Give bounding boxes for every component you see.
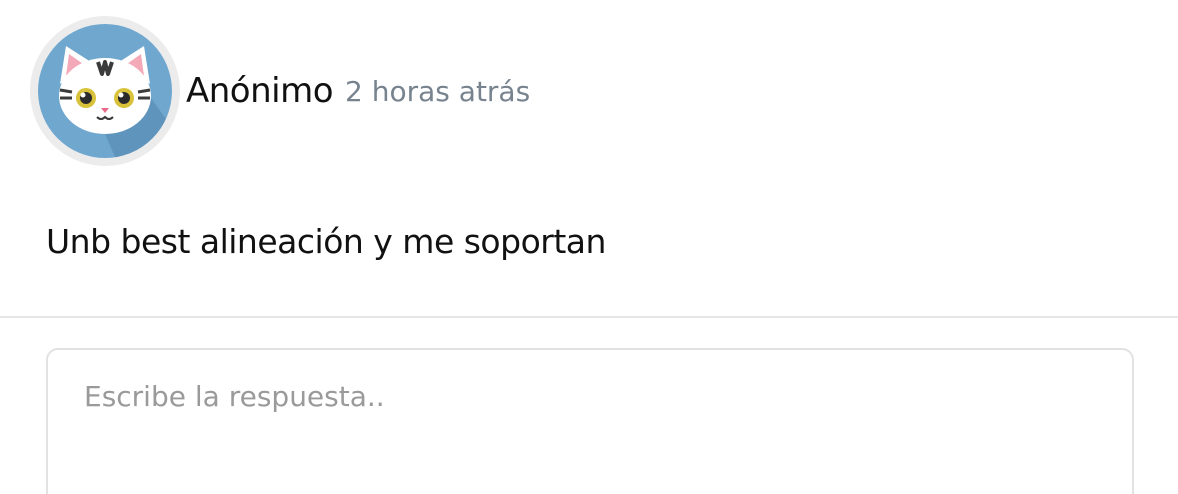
comment-text: Unb best alineación y me soportan [46, 222, 606, 261]
comment-card: Anónimo 2 horas atrás Unb best alineació… [0, 0, 1178, 494]
reply-box [46, 348, 1134, 494]
divider [0, 316, 1178, 318]
comment-header: Anónimo 2 horas atrás [30, 16, 530, 166]
cat-avatar-icon [38, 24, 172, 158]
post-timestamp: 2 horas atrás [345, 74, 531, 108]
author-name[interactable]: Anónimo [186, 71, 334, 111]
avatar[interactable] [30, 16, 180, 166]
reply-input[interactable] [48, 350, 1132, 494]
